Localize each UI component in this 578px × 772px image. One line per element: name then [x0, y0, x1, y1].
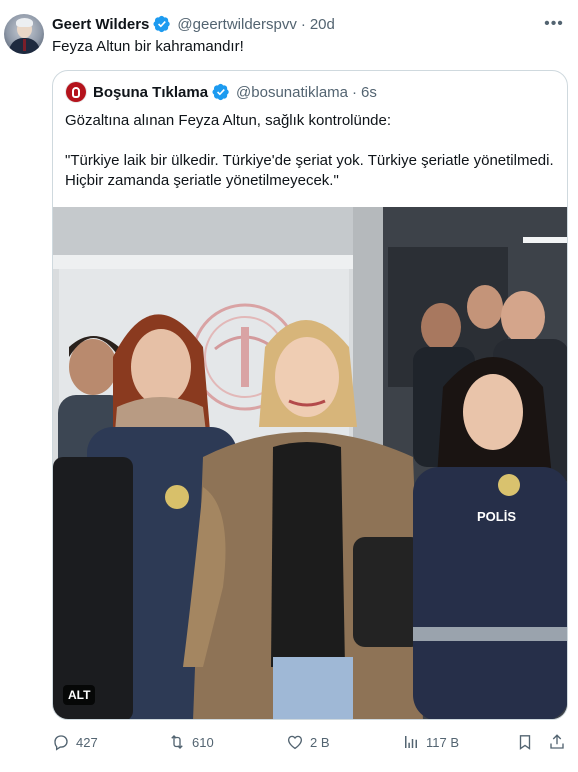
separator-dot: ·: [300, 15, 306, 33]
retweet-icon: [171, 735, 183, 749]
like-count: 2 B: [310, 734, 330, 750]
quoted-tweet-line: Gözaltına alınan Feyza Altun, sağlık kon…: [65, 112, 392, 129]
share-icon: [550, 734, 564, 749]
views-count: 117 B: [426, 734, 460, 750]
quoted-author-handle[interactable]: @bosunatiklama: [236, 84, 348, 101]
quoted-tweet-text: Gözaltına alınan Feyza Altun, sağlık kon…: [65, 111, 555, 211]
share-button[interactable]: [548, 730, 566, 754]
reply-icon: [54, 735, 68, 751]
quoted-tweet[interactable]: Boşuna Tıklama @bosunatiklama · 6s Gözal…: [52, 70, 568, 720]
separator-dot: ·: [352, 83, 357, 101]
photo-police-text: POLİS: [477, 509, 516, 524]
reply-button[interactable]: 427: [52, 730, 98, 754]
quoted-tweet-timestamp[interactable]: 6s: [361, 84, 377, 101]
retweet-count: 610: [192, 734, 214, 750]
views-button[interactable]: 117 B: [402, 730, 459, 754]
reply-count: 427: [76, 734, 98, 750]
author-avatar[interactable]: [4, 14, 44, 54]
author-handle[interactable]: @geertwilderspvv: [177, 16, 296, 33]
like-button[interactable]: 2 B: [286, 730, 330, 754]
like-icon: [287, 735, 303, 750]
views-icon: [405, 736, 417, 748]
alt-text-badge[interactable]: ALT: [63, 685, 96, 705]
more-icon[interactable]: •••: [544, 14, 564, 34]
quoted-tweet-quote: "Türkiye laik bir ülkedir. Türkiye'de şe…: [65, 152, 554, 189]
quoted-author-avatar[interactable]: [65, 81, 87, 103]
bookmark-icon: [519, 735, 531, 750]
retweet-button[interactable]: 610: [168, 730, 214, 754]
tweet-photo[interactable]: POLİS ALT: [53, 207, 567, 719]
quoted-tweet-header: Boşuna Tıklama @bosunatiklama · 6s: [65, 81, 377, 103]
tweet[interactable]: Geert Wilders @geertwilderspvv · 20d •••…: [0, 0, 578, 772]
verified-badge-icon: [212, 83, 229, 101]
author-name[interactable]: Geert Wilders: [52, 16, 149, 33]
quoted-author-name[interactable]: Boşuna Tıklama: [93, 84, 208, 101]
tweet-timestamp[interactable]: 20d: [310, 16, 335, 33]
verified-badge-icon: [153, 15, 171, 33]
bookmark-button[interactable]: [516, 730, 534, 754]
photo-illustration: POLİS: [53, 207, 567, 719]
tweet-actions: 427 610 2 B 117 B: [52, 730, 568, 754]
tweet-text: Feyza Altun bir kahramandır!: [52, 38, 244, 55]
tweet-header: Geert Wilders @geertwilderspvv · 20d: [52, 14, 335, 34]
